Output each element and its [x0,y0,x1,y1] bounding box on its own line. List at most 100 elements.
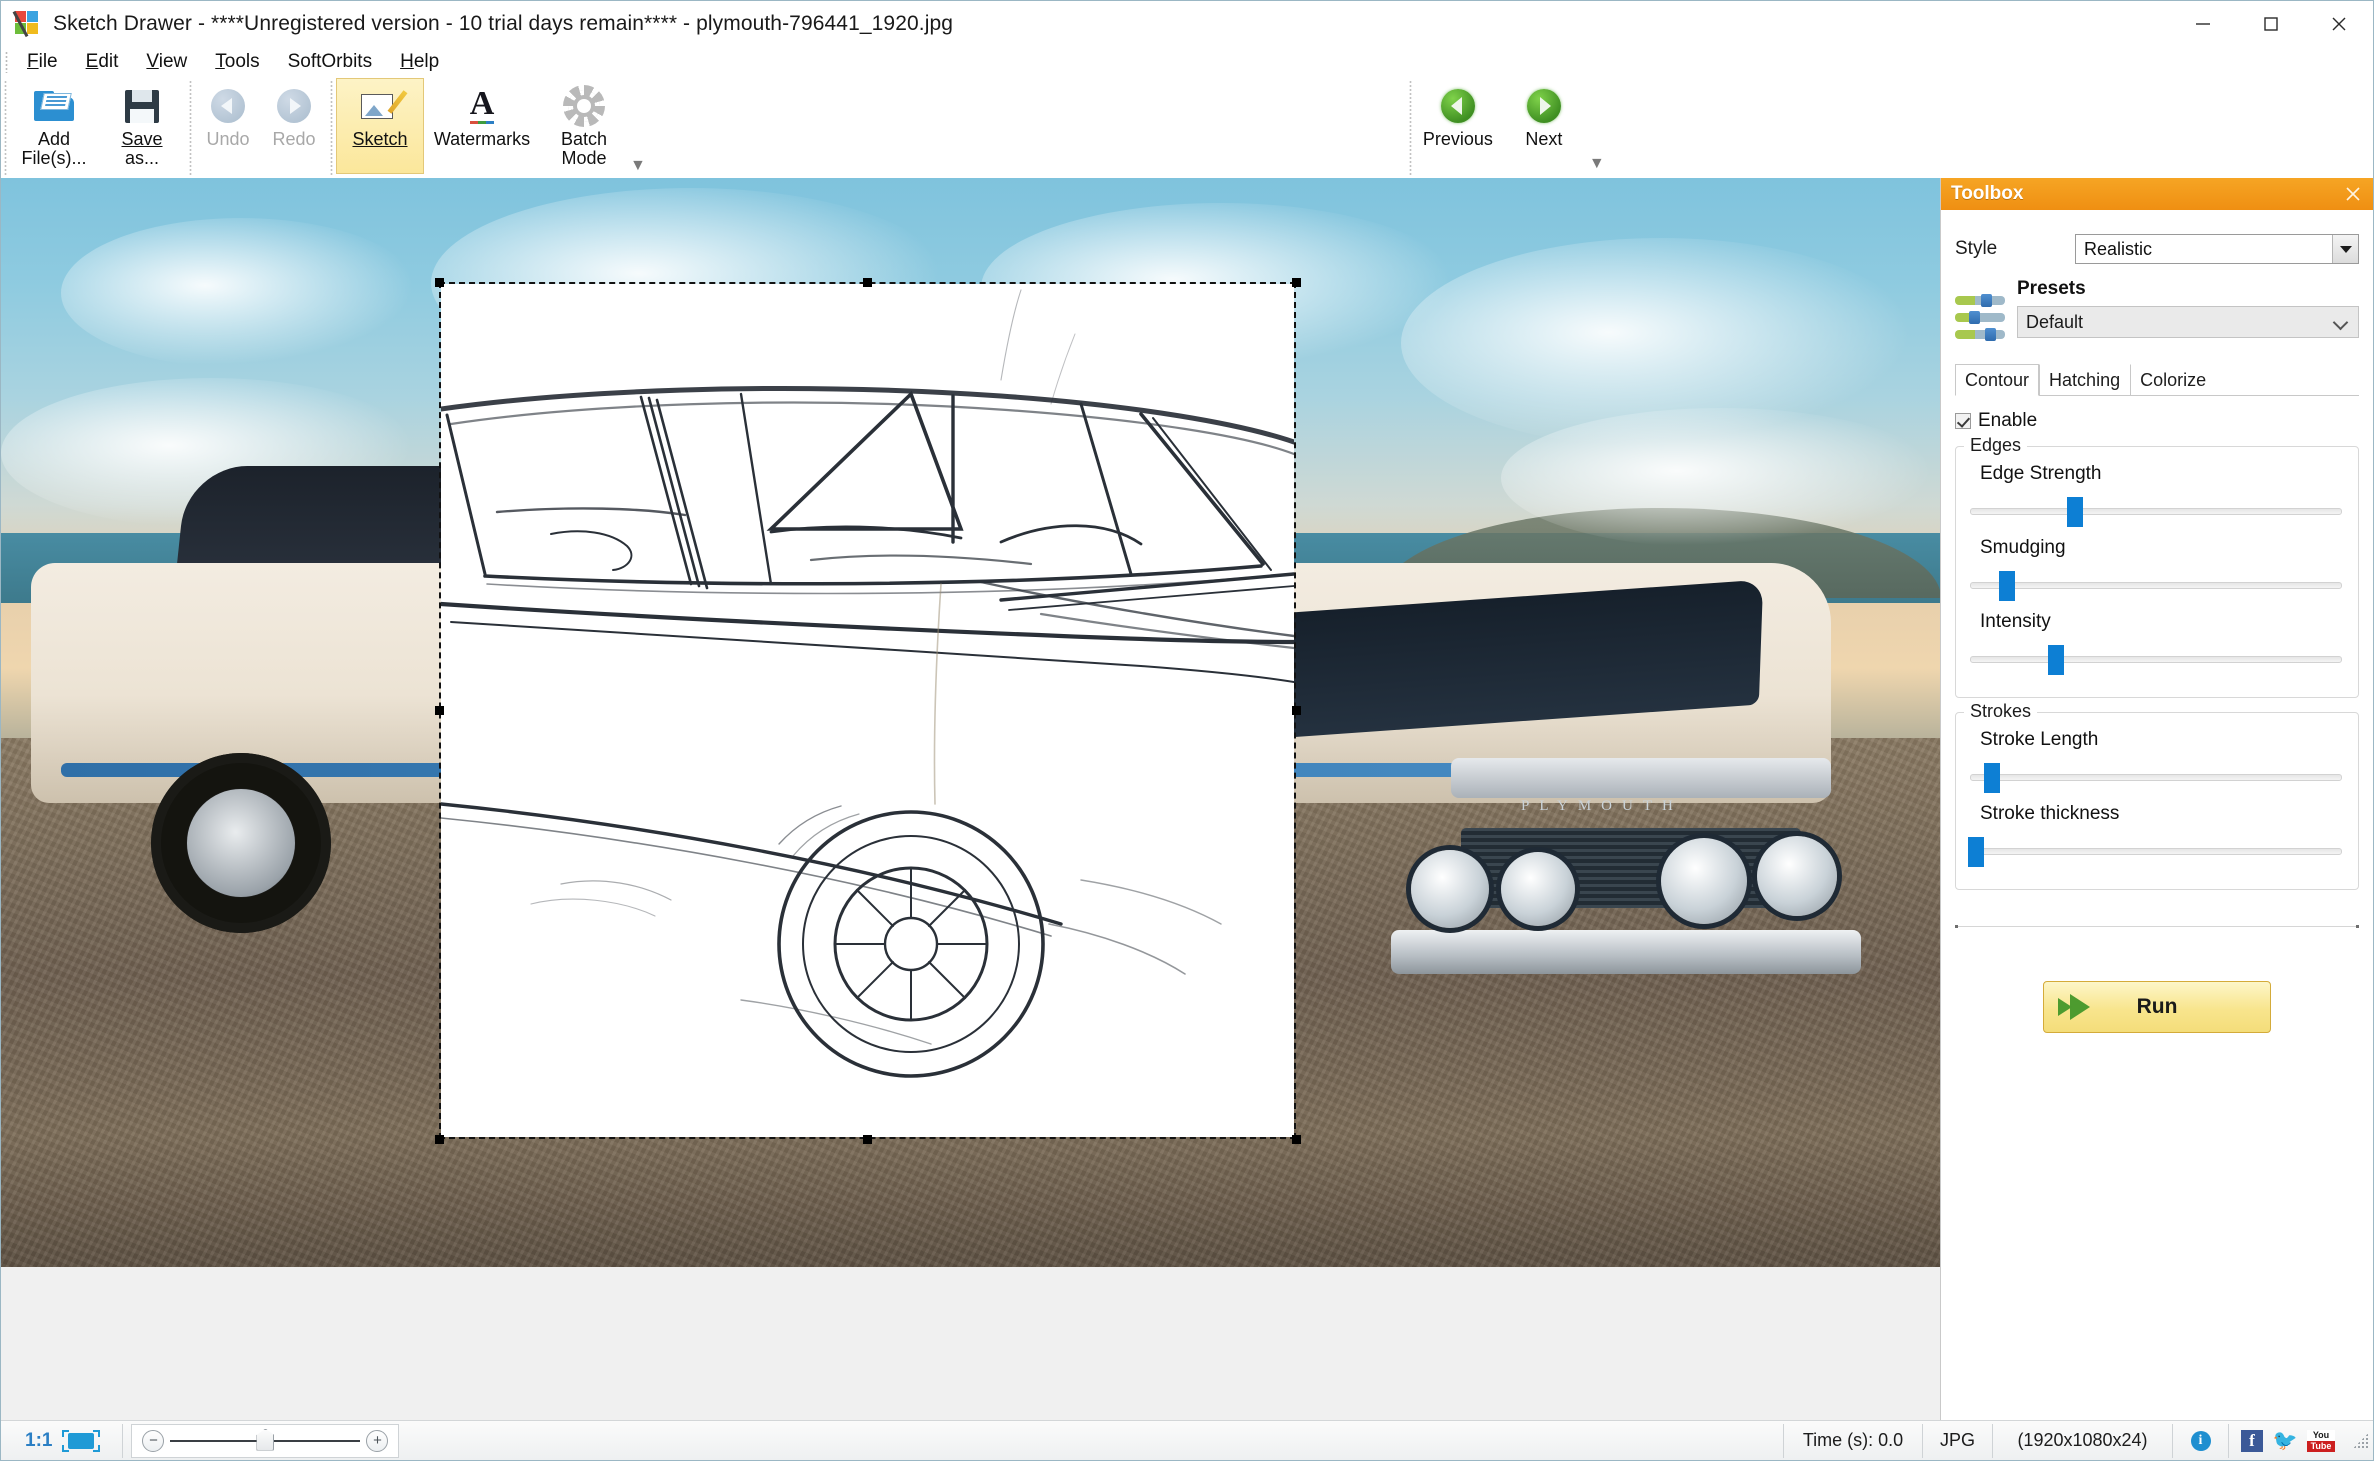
minimize-button[interactable] [2169,1,2237,46]
enable-row[interactable]: Enable [1955,410,2359,432]
sliders-preset-icon [1955,278,2017,345]
edges-group-title: Edges [1964,435,2028,456]
undo-label: Undo [206,129,250,149]
toolbar-separator-1 [186,80,195,176]
edge-strength-label: Edge Strength [1980,463,2102,484]
open-folder-icon [34,84,74,128]
window-controls [2169,1,2373,46]
zoom-slider[interactable]: − + [131,1423,400,1458]
selection-handle-middle-right[interactable] [1292,706,1301,715]
twitter-icon[interactable]: 🐦 [2273,1430,2298,1452]
smudging-slider[interactable] [1970,565,2344,605]
sketch-drawer-window: Sketch Drawer - ****Unregistered version… [0,0,2374,1461]
image-canvas[interactable]: PLYMOUTH [1,178,1942,1267]
redo-label: Redo [272,129,316,149]
intensity-slider[interactable] [1970,639,2344,679]
toolbar-grip[interactable] [1,80,10,176]
menu-help[interactable]: Help [386,48,453,76]
navigation-overflow-icon[interactable]: ▼ [1589,155,1605,173]
toolbar-separator-2 [327,80,336,176]
chevron-down-icon-presets[interactable] [2332,314,2349,331]
selection-handle-bottom-left[interactable] [435,1135,444,1144]
redo-button[interactable]: Redo [261,78,327,174]
tab-contour[interactable]: Contour [1955,364,2040,396]
info-icon: i [2190,1430,2211,1451]
enable-checkbox[interactable] [1955,413,1971,429]
toolbar-overflow-icon[interactable]: ▼ [630,157,646,175]
fit-to-window-icon[interactable] [62,1429,101,1452]
tab-colorize[interactable]: Colorize [2130,364,2216,396]
tab-hatching[interactable]: Hatching [2039,364,2130,396]
style-label: Style [1955,238,1998,259]
previous-label: Previous [1422,129,1493,149]
stroke-length-slider[interactable] [1970,757,2344,797]
add-files-label-1: Add [37,129,71,149]
facebook-icon[interactable]: f [2241,1429,2263,1452]
menu-tools[interactable]: Tools [201,48,273,76]
strokes-group: Strokes Stroke Length Stroke thickness [1955,701,2359,890]
stroke-thickness-slider[interactable] [1967,831,2344,871]
batch-mode-button[interactable]: Batch Mode [540,78,628,174]
watermarks-label: Watermarks [433,129,531,149]
zoom-out-icon[interactable]: − [142,1429,165,1452]
sketch-button[interactable]: Sketch [336,78,424,174]
run-button[interactable]: Run [2043,981,2271,1033]
floppy-disk-icon [125,84,159,128]
resize-grip-icon[interactable] [2353,1432,2369,1449]
watermarks-button[interactable]: A Watermarks [424,78,540,174]
menu-file[interactable]: File [13,48,72,76]
enable-label: Enable [1978,410,2038,431]
close-button[interactable] [2305,1,2373,46]
menu-view-rest: iew [158,51,188,72]
presets-select[interactable]: Default [2017,306,2359,338]
save-as-button[interactable]: Save as... [98,78,186,174]
next-button[interactable]: Next [1501,78,1587,176]
style-select[interactable]: Realistic [2075,234,2359,264]
edge-strength-slider[interactable] [1970,491,2344,531]
strokes-group-title: Strokes [1964,701,2038,722]
selection-handle-bottom-right[interactable] [1292,1135,1301,1144]
previous-button[interactable]: Previous [1415,78,1501,176]
green-arrow-right-icon [1526,84,1561,128]
presets-label: Presets [2017,278,2086,299]
selection-handle-top-center[interactable] [863,278,872,287]
batch-mode-label-1: Batch [560,129,608,149]
zoom-slider-track[interactable] [170,1428,361,1451]
zoom-controls-left: 1:1 [1,1423,124,1458]
undo-redo-group: Undo Redo [195,78,327,174]
menu-view[interactable]: View [132,48,201,76]
menu-help-accel: H [400,51,414,72]
selection-handle-middle-left[interactable] [435,706,444,715]
green-arrow-left-icon [1440,84,1475,128]
stroke-thickness-label: Stroke thickness [1980,803,2120,824]
menu-edit[interactable]: Edit [72,48,133,76]
toolbox-title: Toolbox [1951,183,2024,204]
selection-handle-bottom-center[interactable] [863,1135,872,1144]
arrow-right-circle-icon [277,84,311,128]
menu-tools-rest: ools [224,51,260,72]
youtube-icon[interactable]: You Tube [2307,1429,2335,1452]
info-button[interactable]: i [2173,1423,2229,1458]
selection-handle-top-right[interactable] [1292,278,1301,287]
maximize-button[interactable] [2237,1,2305,46]
menu-bar: File Edit View Tools SoftOrbits Help [1,46,2373,78]
chevron-down-icon[interactable] [2332,235,2358,263]
style-row: Style Realistic [1955,234,2359,264]
zoom-ratio-label[interactable]: 1:1 [15,1430,62,1452]
menu-view-accel: V [146,51,159,72]
menu-file-rest: ile [38,51,58,72]
undo-button[interactable]: Undo [195,78,261,174]
close-icon[interactable] [2341,182,2365,206]
letter-a-icon: A [469,84,494,128]
sketch-preview-overlay[interactable] [441,284,1294,1137]
edges-group: Edges Edge Strength Smudging Intensity [1955,435,2359,698]
add-files-button[interactable]: Add File(s)... [10,78,98,174]
navigation-group: Previous Next ▼ [1405,78,1605,176]
zoom-in-icon[interactable]: + [366,1429,389,1452]
toolbox-panel: Toolbox Style Realistic Presets Default … [1940,178,2373,1420]
selection-handle-top-left[interactable] [435,278,444,287]
intensity-label: Intensity [1980,611,2051,632]
menu-softorbits[interactable]: SoftOrbits [274,48,386,76]
zoom-slider-thumb[interactable] [256,1428,275,1451]
sketch-picture-pencil-icon [361,84,408,128]
